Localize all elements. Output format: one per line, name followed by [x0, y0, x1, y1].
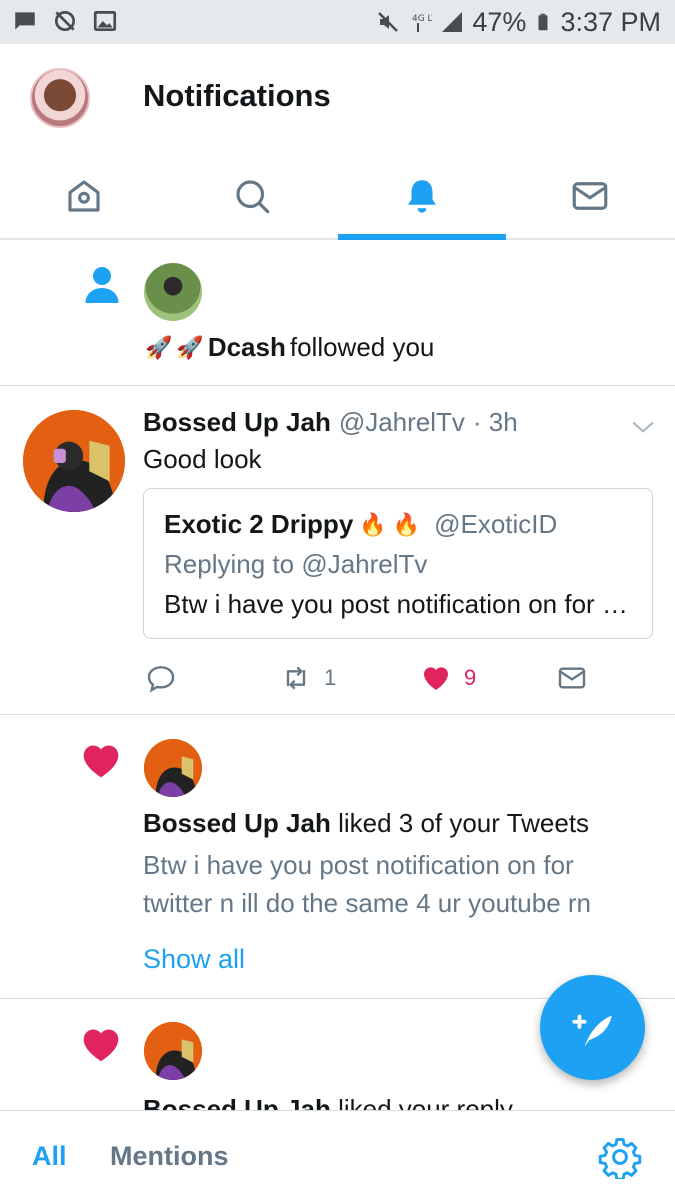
tab-bar — [0, 152, 675, 240]
message-icon — [15, 12, 35, 30]
image-icon — [93, 10, 117, 32]
tweet-header: Bossed Up Jah @JahrelTv · 3h — [143, 407, 518, 438]
search-icon — [236, 180, 270, 214]
liker-avatar[interactable] — [144, 739, 202, 797]
filter-all-tab[interactable]: All — [32, 1141, 67, 1172]
quoted-tweet[interactable]: Exotic 2 Drippy 🔥 🔥 @ExoticID Replying t… — [143, 488, 653, 639]
like-text: Bossed Up Jah liked 3 of your Tweets — [143, 808, 589, 839]
follow-text: 🚀 🚀 Dcash followed you — [145, 332, 434, 363]
mail-icon — [572, 182, 608, 210]
share-dm-button[interactable] — [556, 660, 588, 696]
tweet-author-name[interactable]: Bossed Up Jah — [143, 407, 331, 438]
network-label: 4G LTE — [412, 14, 432, 24]
clock: 3:37 PM — [560, 6, 661, 37]
fire-emoji-icon: 🔥 — [359, 511, 387, 537]
follower-name[interactable]: Dcash — [208, 332, 286, 363]
divider — [0, 714, 675, 715]
replying-prefix: Replying to — [164, 549, 295, 579]
heart-filled-icon — [83, 1029, 119, 1062]
battery-percent: 47% — [472, 6, 527, 37]
tweet-author-handle[interactable]: @JahrelTv — [339, 407, 465, 438]
rocket-emoji-icon: 🚀 — [176, 334, 204, 360]
retweet-button[interactable]: 1 — [280, 660, 336, 696]
page-title: Notifications — [143, 78, 331, 113]
like-button[interactable]: 9 — [420, 660, 476, 696]
network-icon: 4G LTE — [412, 14, 432, 32]
mute-icon — [378, 12, 399, 32]
compose-quill-icon — [571, 1014, 612, 1047]
retweet-icon — [286, 666, 306, 690]
signal-icon — [442, 12, 463, 32]
mail-icon — [558, 667, 586, 689]
battery-icon — [538, 13, 548, 31]
reply-button[interactable] — [145, 660, 177, 696]
app-header: Notifications — [0, 44, 675, 152]
liker-avatar[interactable] — [144, 1022, 202, 1080]
home-icon — [68, 180, 100, 212]
sync-off-icon — [54, 10, 76, 32]
rocket-emoji-icon: 🚀 — [145, 334, 173, 360]
tab-home[interactable] — [0, 152, 168, 240]
bell-icon — [408, 180, 436, 213]
heart-filled-icon — [424, 667, 448, 690]
quoted-author-handle: @ExoticID — [434, 509, 558, 539]
reply-icon — [147, 666, 175, 693]
compose-tweet-button[interactable] — [540, 975, 645, 1080]
avatar-art — [23, 410, 125, 512]
quoted-text: Btw i have you post notification on for … — [164, 589, 634, 619]
show-all-link[interactable]: Show all — [143, 944, 245, 975]
tweet-author-avatar[interactable] — [23, 410, 125, 512]
replying-handle: @JahrelTv — [301, 549, 428, 579]
like-action: liked 3 of your Tweets — [338, 808, 590, 838]
divider — [0, 385, 675, 386]
retweet-count: 1 — [324, 665, 337, 690]
bottom-filter-bar: All Mentions — [0, 1110, 675, 1200]
profile-avatar[interactable] — [30, 68, 90, 128]
heart-filled-icon — [83, 745, 119, 778]
fire-emoji-icon: 🔥 — [392, 511, 421, 537]
person-icon — [85, 267, 119, 303]
follow-action: followed you — [289, 332, 435, 362]
quoted-author-name: Exotic 2 Drippy — [164, 509, 354, 539]
chevron-down-icon[interactable] — [630, 416, 656, 438]
tab-notifications[interactable] — [338, 152, 506, 240]
avatar-art — [144, 1022, 202, 1080]
avatar-art — [144, 739, 202, 797]
tweet-time: · 3h — [472, 407, 518, 437]
tab-active-indicator — [338, 234, 506, 240]
tab-search[interactable] — [168, 152, 336, 240]
follower-avatar[interactable] — [144, 263, 202, 321]
status-bar: 4G LTE 47% 3:37 PM — [0, 0, 675, 44]
liker-name[interactable]: Bossed Up Jah — [143, 808, 331, 838]
like-count: 9 — [464, 665, 477, 690]
replying-to: Replying to @JahrelTv — [164, 549, 427, 580]
tweet-text: Good look — [143, 444, 262, 474]
liked-tweet-preview: Btw i have you post notification on for … — [143, 850, 592, 918]
gear-icon[interactable] — [598, 1135, 642, 1179]
tab-messages[interactable] — [506, 152, 674, 240]
filter-mentions-tab[interactable]: Mentions — [110, 1141, 229, 1172]
